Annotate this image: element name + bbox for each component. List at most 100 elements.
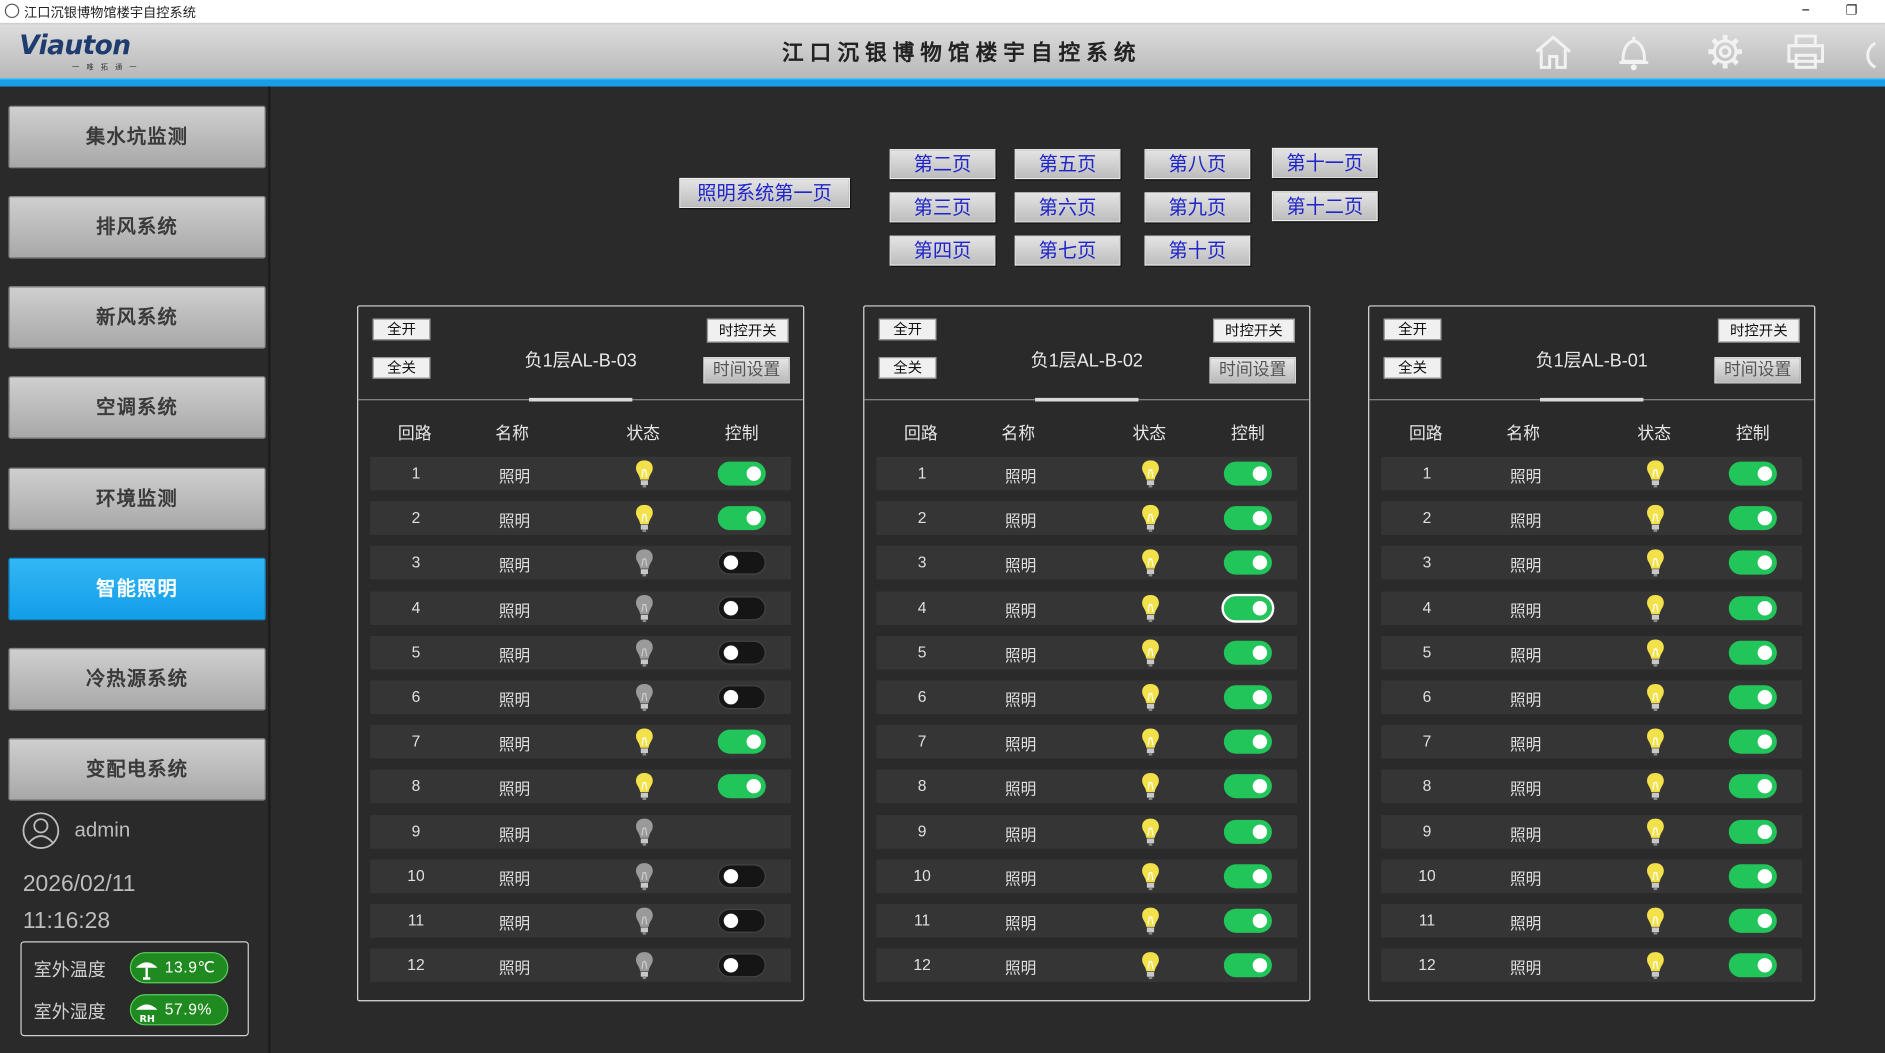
panel-title: 负1层AL-B-03 xyxy=(524,351,637,372)
circuit-toggle-switch[interactable] xyxy=(717,685,766,710)
page-button-7[interactable]: 第七页 xyxy=(1014,235,1121,266)
circuit-toggle-switch[interactable] xyxy=(1728,640,1777,665)
nav-sump-monitoring[interactable]: 集水坑监测 xyxy=(8,105,266,169)
circuit-toggle-switch[interactable] xyxy=(1223,461,1272,486)
circuit-toggle-switch[interactable] xyxy=(1728,461,1777,486)
circuit-toggle-switch[interactable] xyxy=(717,506,766,531)
nav-power-distribution[interactable]: 变配电系统 xyxy=(8,738,266,801)
circuit-row: 1 照明 xyxy=(1381,456,1803,491)
circuit-toggle-switch[interactable] xyxy=(1223,729,1272,754)
toggle-knob xyxy=(746,466,761,481)
maximize-button[interactable]: ❐ xyxy=(1837,0,1866,24)
all-on-button[interactable]: 全开 xyxy=(372,318,431,341)
column-header-status: 状态 xyxy=(1637,424,1672,444)
light-on-icon xyxy=(1647,773,1664,801)
toggle-knob xyxy=(1757,868,1773,884)
page-button-9[interactable]: 第九页 xyxy=(1144,192,1251,223)
column-header-name: 名称 xyxy=(495,424,529,444)
circuit-toggle-switch[interactable] xyxy=(1223,685,1272,710)
circuit-toggle-switch[interactable] xyxy=(1223,506,1272,531)
circuit-toggle-switch[interactable] xyxy=(1728,506,1777,531)
circuit-toggle-switch[interactable] xyxy=(1728,729,1777,754)
minimize-button[interactable]: – xyxy=(1791,0,1820,24)
circuit-toggle-switch[interactable] xyxy=(717,729,766,754)
circuit-toggle-switch[interactable] xyxy=(1223,774,1272,799)
page-button-3[interactable]: 第三页 xyxy=(889,192,996,223)
light-off-icon xyxy=(635,862,653,890)
nav-environment-monitoring[interactable]: 环境监测 xyxy=(8,467,266,531)
all-on-button[interactable]: 全开 xyxy=(1383,318,1442,341)
page-button-8[interactable]: 第八页 xyxy=(1144,149,1251,180)
nav-exhaust-system[interactable]: 排风系统 xyxy=(8,195,266,259)
light-on-icon xyxy=(1647,549,1664,577)
page-button-1[interactable]: 照明系统第一页 xyxy=(679,177,850,208)
circuit-toggle-switch[interactable] xyxy=(1728,551,1777,576)
page-button-2[interactable]: 第二页 xyxy=(889,149,996,180)
nav-heating-cooling-source[interactable]: 冷热源系统 xyxy=(8,647,266,711)
time-settings-button[interactable]: 时间设置 xyxy=(1714,357,1801,384)
circuit-name: 照明 xyxy=(1509,781,1542,800)
circuit-toggle-switch[interactable] xyxy=(1728,864,1777,889)
bell-icon[interactable] xyxy=(1612,31,1655,72)
circuit-toggle-switch[interactable] xyxy=(717,640,766,665)
circuit-toggle-switch[interactable] xyxy=(1728,595,1777,620)
circuit-toggle-switch[interactable] xyxy=(1728,908,1777,933)
current-time: 11:16:28 xyxy=(22,908,111,935)
power-icon[interactable] xyxy=(1859,31,1885,72)
circuit-toggle-switch[interactable] xyxy=(717,595,766,620)
all-off-button[interactable]: 全关 xyxy=(878,357,937,379)
gear-icon[interactable] xyxy=(1704,31,1747,72)
timer-switch-button[interactable]: 时控开关 xyxy=(1213,318,1295,343)
page-button-12[interactable]: 第十二页 xyxy=(1271,191,1378,222)
circuit-toggle-switch[interactable] xyxy=(1223,953,1272,978)
circuit-row: 10 照明 xyxy=(876,859,1298,893)
all-on-button[interactable]: 全开 xyxy=(878,318,937,341)
nav-smart-lighting[interactable]: 智能照明 xyxy=(8,557,266,621)
circuit-name: 照明 xyxy=(1005,647,1037,666)
circuit-toggle-switch[interactable] xyxy=(1728,953,1777,978)
circuit-toggle-switch[interactable] xyxy=(717,461,766,486)
light-off-icon xyxy=(635,639,653,667)
time-settings-button[interactable]: 时间设置 xyxy=(703,357,790,384)
circuit-toggle-switch[interactable] xyxy=(717,864,766,889)
circuit-number: 4 xyxy=(917,598,927,617)
circuit-toggle-switch[interactable] xyxy=(1728,685,1777,710)
circuit-toggle-switch[interactable] xyxy=(1223,864,1272,889)
circuit-toggle-switch[interactable] xyxy=(1223,551,1272,576)
circuit-row: 10 照明 xyxy=(370,859,792,893)
circuit-toggle-switch[interactable] xyxy=(1223,908,1272,933)
circuit-toggle-switch[interactable] xyxy=(1728,819,1777,844)
nav-hvac-system[interactable]: 空调系统 xyxy=(8,376,266,439)
page-button-4[interactable]: 第四页 xyxy=(889,235,996,266)
toggle-knob xyxy=(1252,466,1268,481)
toggle-knob xyxy=(1757,779,1773,794)
circuit-name: 照明 xyxy=(498,692,531,711)
outdoor-temperature-value: 13.9℃ xyxy=(164,958,216,977)
page-button-10[interactable]: 第十页 xyxy=(1144,235,1251,266)
page-button-5[interactable]: 第五页 xyxy=(1014,149,1121,180)
home-icon[interactable] xyxy=(1532,31,1575,72)
all-off-button[interactable]: 全关 xyxy=(1383,357,1442,379)
all-off-button[interactable]: 全关 xyxy=(372,357,431,379)
circuit-toggle-switch[interactable] xyxy=(717,908,766,933)
circuit-toggle-switch[interactable] xyxy=(717,551,766,576)
time-settings-button[interactable]: 时间设置 xyxy=(1209,357,1296,384)
circuit-toggle-switch[interactable] xyxy=(1221,593,1275,623)
circuit-toggle-switch[interactable] xyxy=(1728,774,1777,799)
circuit-toggle-switch[interactable] xyxy=(717,774,766,799)
circuit-number: 8 xyxy=(1422,777,1432,796)
printer-icon[interactable] xyxy=(1784,31,1827,72)
timer-switch-button[interactable]: 时控开关 xyxy=(1717,318,1800,343)
circuit-row: 11 照明 xyxy=(370,903,792,938)
circuit-toggle-switch[interactable] xyxy=(717,953,766,978)
page-button-11[interactable]: 第十一页 xyxy=(1271,147,1378,178)
circuit-number: 6 xyxy=(411,687,421,706)
page-button-6[interactable]: 第六页 xyxy=(1014,192,1121,223)
circuit-row: 3 照明 xyxy=(876,546,1298,580)
timer-switch-button[interactable]: 时控开关 xyxy=(706,318,789,343)
circuit-toggle-switch[interactable] xyxy=(1223,819,1272,844)
outdoor-humidity-value: 57.9% xyxy=(164,1000,213,1019)
nav-fresh-air-system[interactable]: 新风系统 xyxy=(8,286,266,349)
circuit-toggle-switch[interactable] xyxy=(1223,640,1272,665)
light-on-icon xyxy=(1142,639,1159,667)
